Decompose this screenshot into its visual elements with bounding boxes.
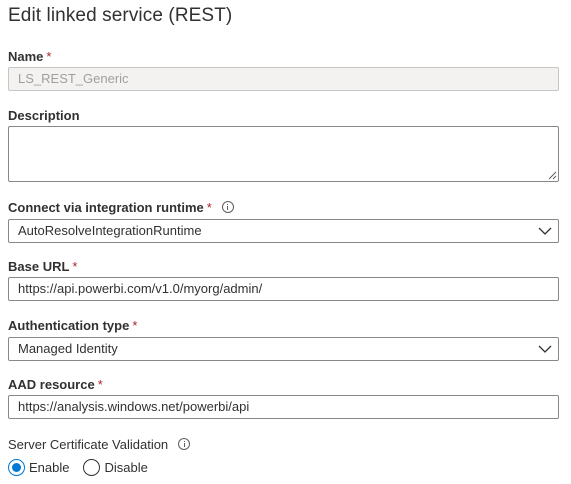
info-icon[interactable] (178, 438, 191, 450)
runtime-label-text: Connect via integration runtime (8, 200, 204, 215)
runtime-select[interactable]: AutoResolveIntegrationRuntime (8, 219, 559, 243)
radio-icon[interactable] (8, 458, 25, 476)
cert-validation-label: Server Certificate Validation (8, 437, 191, 452)
base-url-label-text: Base URL (8, 259, 70, 274)
radio-option-enable[interactable]: Enable (8, 458, 70, 476)
auth-type-label: Authentication type * (8, 318, 137, 333)
aad-resource-label-text: AAD resource (8, 377, 95, 392)
runtime-select-value: AutoResolveIntegrationRuntime (18, 223, 202, 238)
radio-label-enable: Enable (29, 459, 70, 475)
base-url-input[interactable]: https://api.powerbi.com/v1.0/myorg/admin… (8, 277, 559, 301)
required-marker: * (46, 49, 52, 64)
aad-resource-label: AAD resource * (8, 377, 103, 392)
required-marker: * (72, 259, 78, 274)
cert-validation-radio-group: Enable Disable (8, 458, 162, 476)
resize-grip-icon[interactable] (548, 171, 557, 180)
auth-type-select[interactable]: Managed Identity (8, 337, 559, 361)
runtime-label: Connect via integration runtime * (8, 200, 234, 215)
required-marker: * (132, 318, 138, 333)
radio-label-disable: Disable (104, 459, 148, 475)
auth-type-label-text: Authentication type (8, 318, 130, 333)
description-textarea[interactable] (8, 126, 559, 182)
name-input[interactable]: LS_REST_Generic (8, 67, 559, 91)
cert-validation-label-text: Server Certificate Validation (8, 437, 169, 452)
aad-resource-input[interactable]: https://analysis.windows.net/powerbi/api (8, 395, 559, 419)
radio-icon[interactable] (83, 458, 101, 476)
chevron-down-icon (538, 227, 552, 235)
name-label-text: Name (8, 49, 44, 64)
required-marker: * (97, 377, 103, 392)
description-label: Description (8, 108, 80, 123)
chevron-down-icon (538, 345, 552, 353)
base-url-label: Base URL * (8, 259, 77, 274)
dialog-title: Edit linked service (REST) (8, 5, 233, 26)
required-marker: * (206, 200, 212, 215)
name-label: Name * (8, 49, 51, 64)
info-icon[interactable] (221, 201, 234, 213)
auth-type-select-value: Managed Identity (18, 341, 118, 356)
radio-option-disable[interactable]: Disable (83, 458, 148, 476)
